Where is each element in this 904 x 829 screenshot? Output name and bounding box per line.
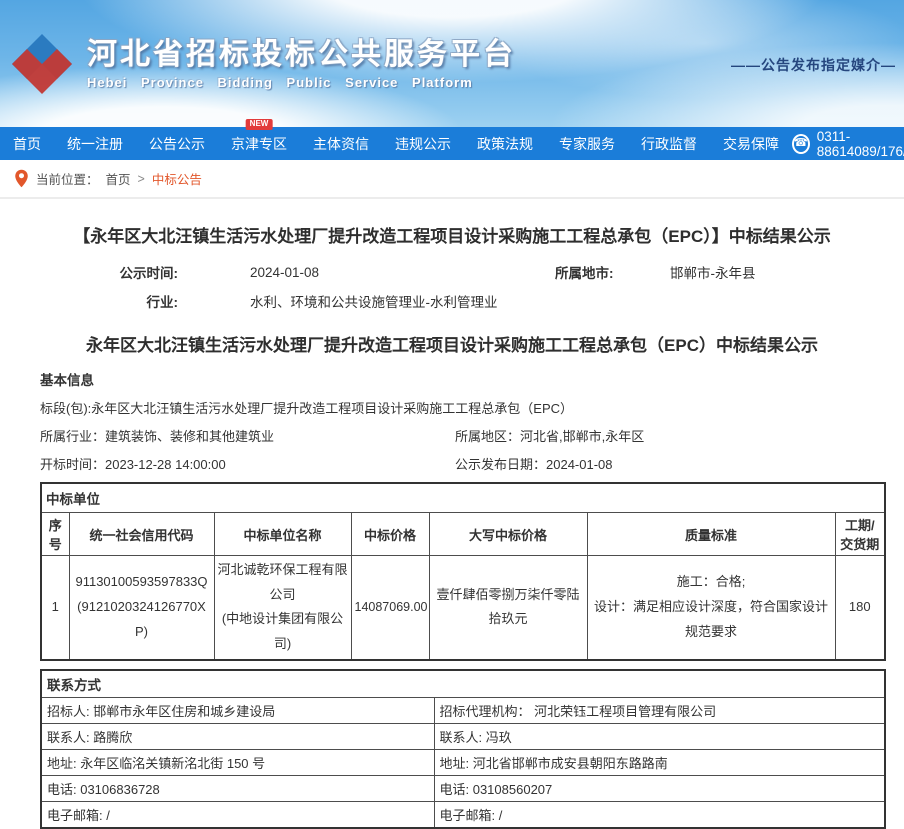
site-title: 河北省招标投标公共服务平台 bbox=[87, 38, 516, 71]
publish-time-value: 2024-01-08 bbox=[178, 265, 510, 280]
basic-industry: 所属行业：建筑装饰、装修和其他建筑业 bbox=[40, 426, 455, 445]
col-header-credit-code: 统一社会信用代码 bbox=[69, 513, 214, 556]
col-header-name: 中标单位名称 bbox=[214, 513, 351, 556]
contact-row-tenderer: 招标人: 邯郸市永年区住房和城乡建设局 招标代理机构： 河北荣钰工程项目管理有限… bbox=[41, 697, 885, 723]
nav-item-subject-credit[interactable]: 主体资信 bbox=[300, 134, 382, 154]
breadcrumb-label: 当前位置： bbox=[36, 169, 99, 188]
basic-open-time: 开标时间：2023-12-28 14:00:00 bbox=[40, 454, 455, 473]
nav-item-policies[interactable]: 政策法规 bbox=[464, 134, 546, 154]
cell-price: 14087069.00 bbox=[351, 556, 429, 660]
col-header-price-caps: 大写中标价格 bbox=[429, 513, 587, 556]
col-header-price: 中标价格 bbox=[351, 513, 429, 556]
cell-price-caps: 壹仟肆佰零捌万柒仟零陆拾玖元 bbox=[429, 556, 587, 660]
nav-item-jingjin-zone[interactable]: 京津专区NEW bbox=[218, 134, 300, 154]
winner-header-row: 序号 统一社会信用代码 中标单位名称 中标价格 大写中标价格 质量标准 工期/交… bbox=[41, 513, 885, 556]
nav-item-trade-guarantee[interactable]: 交易保障 bbox=[710, 134, 792, 154]
tenderer-address: 地址: 永年区临洺关镇新洺北街 150 号 bbox=[41, 749, 434, 775]
cell-name: 河北诚乾环保工程有限公司 (中地设计集团有限公司) bbox=[214, 556, 351, 660]
cell-duration: 180 bbox=[835, 556, 885, 660]
cell-quality: 施工：合格; 设计：满足相应设计深度，符合国家设计规范要求 bbox=[587, 556, 835, 660]
winner-table: 中标单位 序号 统一社会信用代码 中标单位名称 中标价格 大写中标价格 质量标准… bbox=[40, 482, 886, 661]
contact-row-phone: 电话: 03106836728 电话: 03108560207 bbox=[41, 775, 885, 801]
region-value: 邯郸市-永年县 bbox=[630, 262, 904, 282]
nav-item-expert-services[interactable]: 专家服务 bbox=[546, 134, 628, 154]
basic-info-heading: 基本信息 bbox=[40, 369, 904, 389]
agency-contact: 联系人: 冯玖 bbox=[434, 723, 885, 749]
basic-info-grid: 所属行业：建筑装饰、装修和其他建筑业 所属地区：河北省,邯郸市,永年区 开标时间… bbox=[40, 426, 904, 473]
nav-item-violations[interactable]: 违规公示 bbox=[382, 134, 464, 154]
contact-row-email: 电子邮箱: / 电子邮箱: / bbox=[41, 801, 885, 828]
new-badge: NEW bbox=[246, 119, 273, 130]
winner-section-row: 中标单位 bbox=[41, 483, 885, 513]
contact-row-person: 联系人: 路腾欣 联系人: 冯玖 bbox=[41, 723, 885, 749]
winner-data-row: 1 91130100593597833Q (9121020324126770XP… bbox=[41, 556, 885, 660]
agency: 招标代理机构： 河北荣钰工程项目管理有限公司 bbox=[434, 697, 885, 723]
nav-item-announcements[interactable]: 公告公示 bbox=[136, 134, 218, 154]
breadcrumb-home-link[interactable]: 首页 bbox=[106, 169, 131, 188]
brand: 河北省招标投标公共服务平台 Hebei Province Bidding Pub… bbox=[0, 32, 516, 96]
result-title: 永年区大北汪镇生活污水处理厂提升改造工程项目设计采购施工工程总承包（EPC）中标… bbox=[40, 331, 864, 356]
contact-row-address: 地址: 永年区临洺关镇新洺北街 150 号 地址: 河北省邯郸市成安县朝阳东路路… bbox=[41, 749, 885, 775]
tenderer-email: 电子邮箱: / bbox=[41, 801, 434, 828]
tenderer-contact: 联系人: 路腾欣 bbox=[41, 723, 434, 749]
banner-slogan: ——公告发布指定媒介— bbox=[731, 55, 896, 75]
site-subtitle: Hebei Province Bidding Public Service Pl… bbox=[87, 75, 516, 90]
brand-text: 河北省招标投标公共服务平台 Hebei Province Bidding Pub… bbox=[87, 38, 516, 90]
col-header-no: 序号 bbox=[41, 513, 69, 556]
notice-title: 【永年区大北汪镇生活污水处理厂提升改造工程项目设计采购施工工程总承包（EPC）】… bbox=[30, 222, 874, 247]
industry-value: 水利、环境和公共设施管理业-水利管理业 bbox=[178, 291, 904, 311]
region-label: 所属地市: bbox=[510, 262, 630, 282]
section-package: 标段(包):永年区大北汪镇生活污水处理厂提升改造工程项目设计采购施工工程总承包（… bbox=[40, 398, 904, 417]
cell-no: 1 bbox=[41, 556, 69, 660]
winner-section-title: 中标单位 bbox=[41, 483, 885, 513]
nav-item-register[interactable]: 统一注册 bbox=[54, 134, 136, 154]
notice-meta: 公示时间: 2024-01-08 所属地市: 邯郸市-永年县 行业: 水利、环境… bbox=[40, 262, 904, 311]
basic-area: 所属地区：河北省,邯郸市,永年区 bbox=[455, 426, 904, 445]
basic-publish-date: 公示发布日期：2024-01-08 bbox=[455, 454, 904, 473]
cell-credit-code: 91130100593597833Q (9121020324126770XP) bbox=[69, 556, 214, 660]
main-nav: 首页 统一注册 公告公示 京津专区NEW 主体资信 违规公示 政策法规 专家服务… bbox=[0, 127, 904, 160]
header-banner: 河北省招标投标公共服务平台 Hebei Province Bidding Pub… bbox=[0, 0, 904, 127]
location-pin-icon bbox=[14, 169, 29, 188]
col-header-duration: 工期/交货期 bbox=[835, 513, 885, 556]
nav-item-admin-supervision[interactable]: 行政监督 bbox=[628, 134, 710, 154]
platform-logo-icon bbox=[10, 32, 74, 96]
tenderer: 招标人: 邯郸市永年区住房和城乡建设局 bbox=[41, 697, 434, 723]
contact-section-row: 联系方式 bbox=[41, 670, 885, 698]
phone-icon: ☎ bbox=[792, 134, 810, 154]
agency-phone: 电话: 03108560207 bbox=[434, 775, 885, 801]
industry-label: 行业: bbox=[40, 291, 178, 311]
breadcrumb-separator: > bbox=[138, 172, 145, 186]
tenderer-phone: 电话: 03106836728 bbox=[41, 775, 434, 801]
hotline: ☎ 0311-88614089/176/169 bbox=[792, 129, 904, 159]
notice-content: 【永年区大北汪镇生活污水处理厂提升改造工程项目设计采购施工工程总承包（EPC）】… bbox=[0, 222, 904, 829]
agency-email: 电子邮箱: / bbox=[434, 801, 885, 828]
hotline-number: 0311-88614089/176/169 bbox=[817, 129, 904, 159]
contact-section-title: 联系方式 bbox=[41, 670, 885, 698]
breadcrumb: 当前位置： 首页 > 中标公告 bbox=[0, 160, 904, 199]
nav-item-home[interactable]: 首页 bbox=[0, 134, 54, 154]
contact-table: 联系方式 招标人: 邯郸市永年区住房和城乡建设局 招标代理机构： 河北荣钰工程项… bbox=[40, 669, 886, 829]
publish-time-label: 公示时间: bbox=[40, 262, 178, 282]
col-header-quality: 质量标准 bbox=[587, 513, 835, 556]
agency-address: 地址: 河北省邯郸市成安县朝阳东路路南 bbox=[434, 749, 885, 775]
breadcrumb-current[interactable]: 中标公告 bbox=[152, 169, 202, 188]
